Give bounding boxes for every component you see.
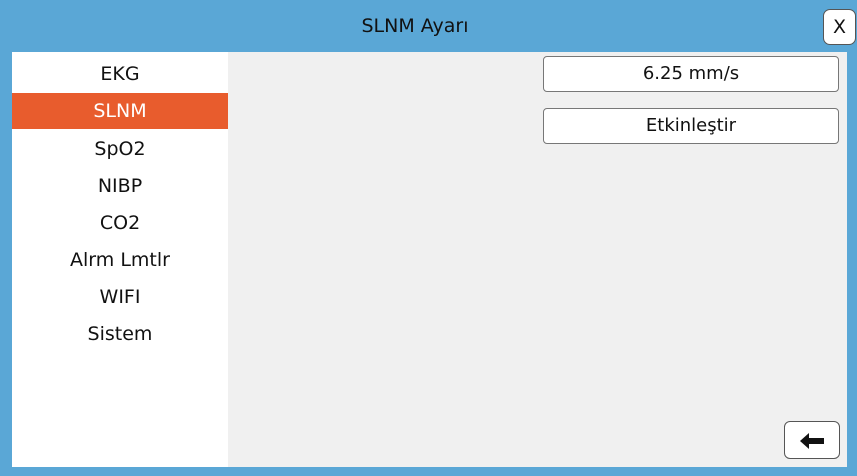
sweep-speed-select[interactable]: 6.25 mm/s — [543, 56, 839, 92]
sidebar: EKG SLNM SpO2 NIBP CO2 Alrm Lmtlr WIFI S… — [12, 52, 228, 467]
title-bar: SLNM Ayarı X — [0, 0, 857, 52]
window-title: SLNM Ayarı — [361, 15, 469, 37]
sidebar-item-wifi[interactable]: WIFI — [12, 279, 228, 315]
sidebar-item-slnm[interactable]: SLNM — [12, 93, 228, 129]
back-button[interactable] — [784, 421, 840, 459]
sidebar-item-ekg[interactable]: EKG — [12, 56, 228, 92]
arrow-left-icon — [800, 433, 824, 449]
sidebar-item-spo2[interactable]: SpO2 — [12, 131, 228, 167]
close-button[interactable]: X — [823, 9, 856, 45]
settings-panel: Süpürme Hızı 6.25 mm/s SLNM Oto Aktvsn E… — [228, 52, 847, 467]
sidebar-item-nibp[interactable]: NIBP — [12, 168, 228, 204]
sidebar-item-system[interactable]: Sistem — [12, 316, 228, 352]
auto-activate-select[interactable]: Etkinleştir — [543, 108, 839, 144]
settings-window: SLNM Ayarı X EKG SLNM SpO2 NIBP CO2 Alrm… — [0, 0, 857, 476]
sidebar-item-alarm-limits[interactable]: Alrm Lmtlr — [12, 242, 228, 278]
sidebar-item-co2[interactable]: CO2 — [12, 205, 228, 241]
